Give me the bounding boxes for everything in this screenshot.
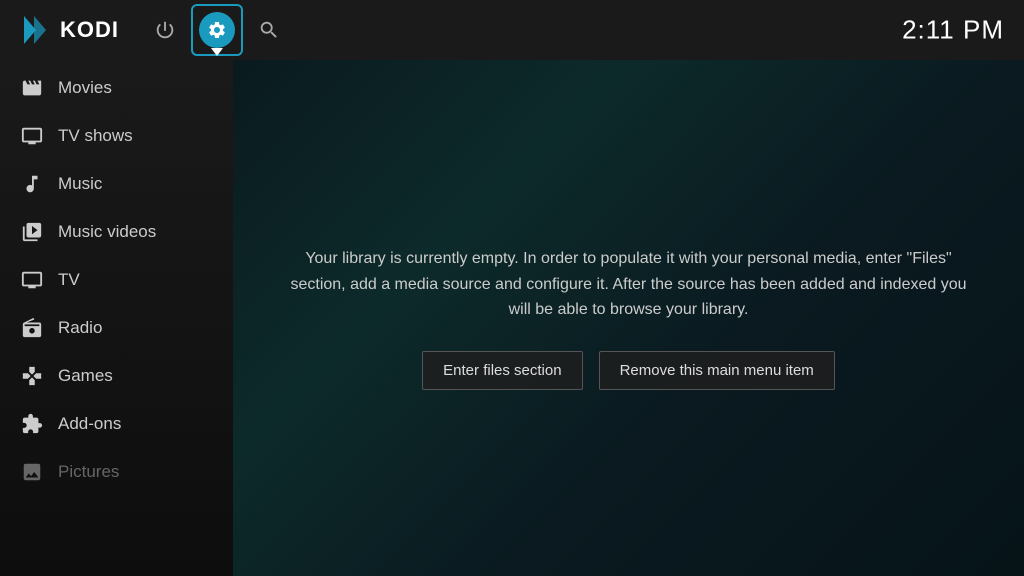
time-display: 2:11 PM: [902, 15, 1004, 46]
sidebar-item-movies[interactable]: Movies: [0, 64, 233, 112]
music-videos-icon: [20, 220, 44, 244]
action-buttons: Enter files section Remove this main men…: [289, 351, 969, 390]
power-button[interactable]: [139, 4, 191, 56]
music-videos-label: Music videos: [58, 222, 156, 242]
topbar: KODI: [0, 0, 1024, 60]
empty-library-box: Your library is currently empty. In orde…: [269, 226, 989, 410]
movies-label: Movies: [58, 78, 112, 98]
main-content: Movies TV shows Music: [0, 60, 1024, 576]
games-label: Games: [58, 366, 113, 386]
search-button[interactable]: [243, 4, 295, 56]
tv-shows-label: TV shows: [58, 126, 133, 146]
enter-files-button[interactable]: Enter files section: [422, 351, 582, 390]
sidebar-item-games[interactable]: Games: [0, 352, 233, 400]
sidebar-item-radio[interactable]: Radio: [0, 304, 233, 352]
movies-icon: [20, 76, 44, 100]
empty-library-message: Your library is currently empty. In orde…: [289, 246, 969, 323]
settings-circle: [199, 12, 235, 48]
settings-button[interactable]: [191, 4, 243, 56]
addons-icon: [20, 412, 44, 436]
music-label: Music: [58, 174, 102, 194]
sidebar-item-addons[interactable]: Add-ons: [0, 400, 233, 448]
cursor-indicator: [211, 48, 223, 56]
tv-shows-icon: [20, 124, 44, 148]
radio-label: Radio: [58, 318, 102, 338]
sidebar-item-music[interactable]: Music: [0, 160, 233, 208]
remove-menu-item-button[interactable]: Remove this main menu item: [599, 351, 835, 390]
sidebar-item-tv[interactable]: TV: [0, 256, 233, 304]
app-title: KODI: [60, 17, 119, 43]
tv-label: TV: [58, 270, 80, 290]
radio-icon: [20, 316, 44, 340]
gear-icon: [207, 20, 227, 40]
sidebar-item-tv-shows[interactable]: TV shows: [0, 112, 233, 160]
pictures-icon: [20, 460, 44, 484]
logo-area: KODI: [16, 12, 119, 48]
sidebar-item-pictures[interactable]: Pictures: [0, 448, 233, 496]
sidebar-item-music-videos[interactable]: Music videos: [0, 208, 233, 256]
games-icon: [20, 364, 44, 388]
pictures-label: Pictures: [58, 462, 119, 482]
sidebar: Movies TV shows Music: [0, 60, 233, 576]
search-icon: [258, 19, 280, 41]
app-container: KODI: [0, 0, 1024, 576]
power-icon: [154, 19, 176, 41]
kodi-logo-icon: [16, 12, 52, 48]
top-icon-bar: [139, 4, 295, 56]
tv-icon: [20, 268, 44, 292]
addons-label: Add-ons: [58, 414, 121, 434]
content-area: Your library is currently empty. In orde…: [233, 60, 1024, 576]
music-icon: [20, 172, 44, 196]
